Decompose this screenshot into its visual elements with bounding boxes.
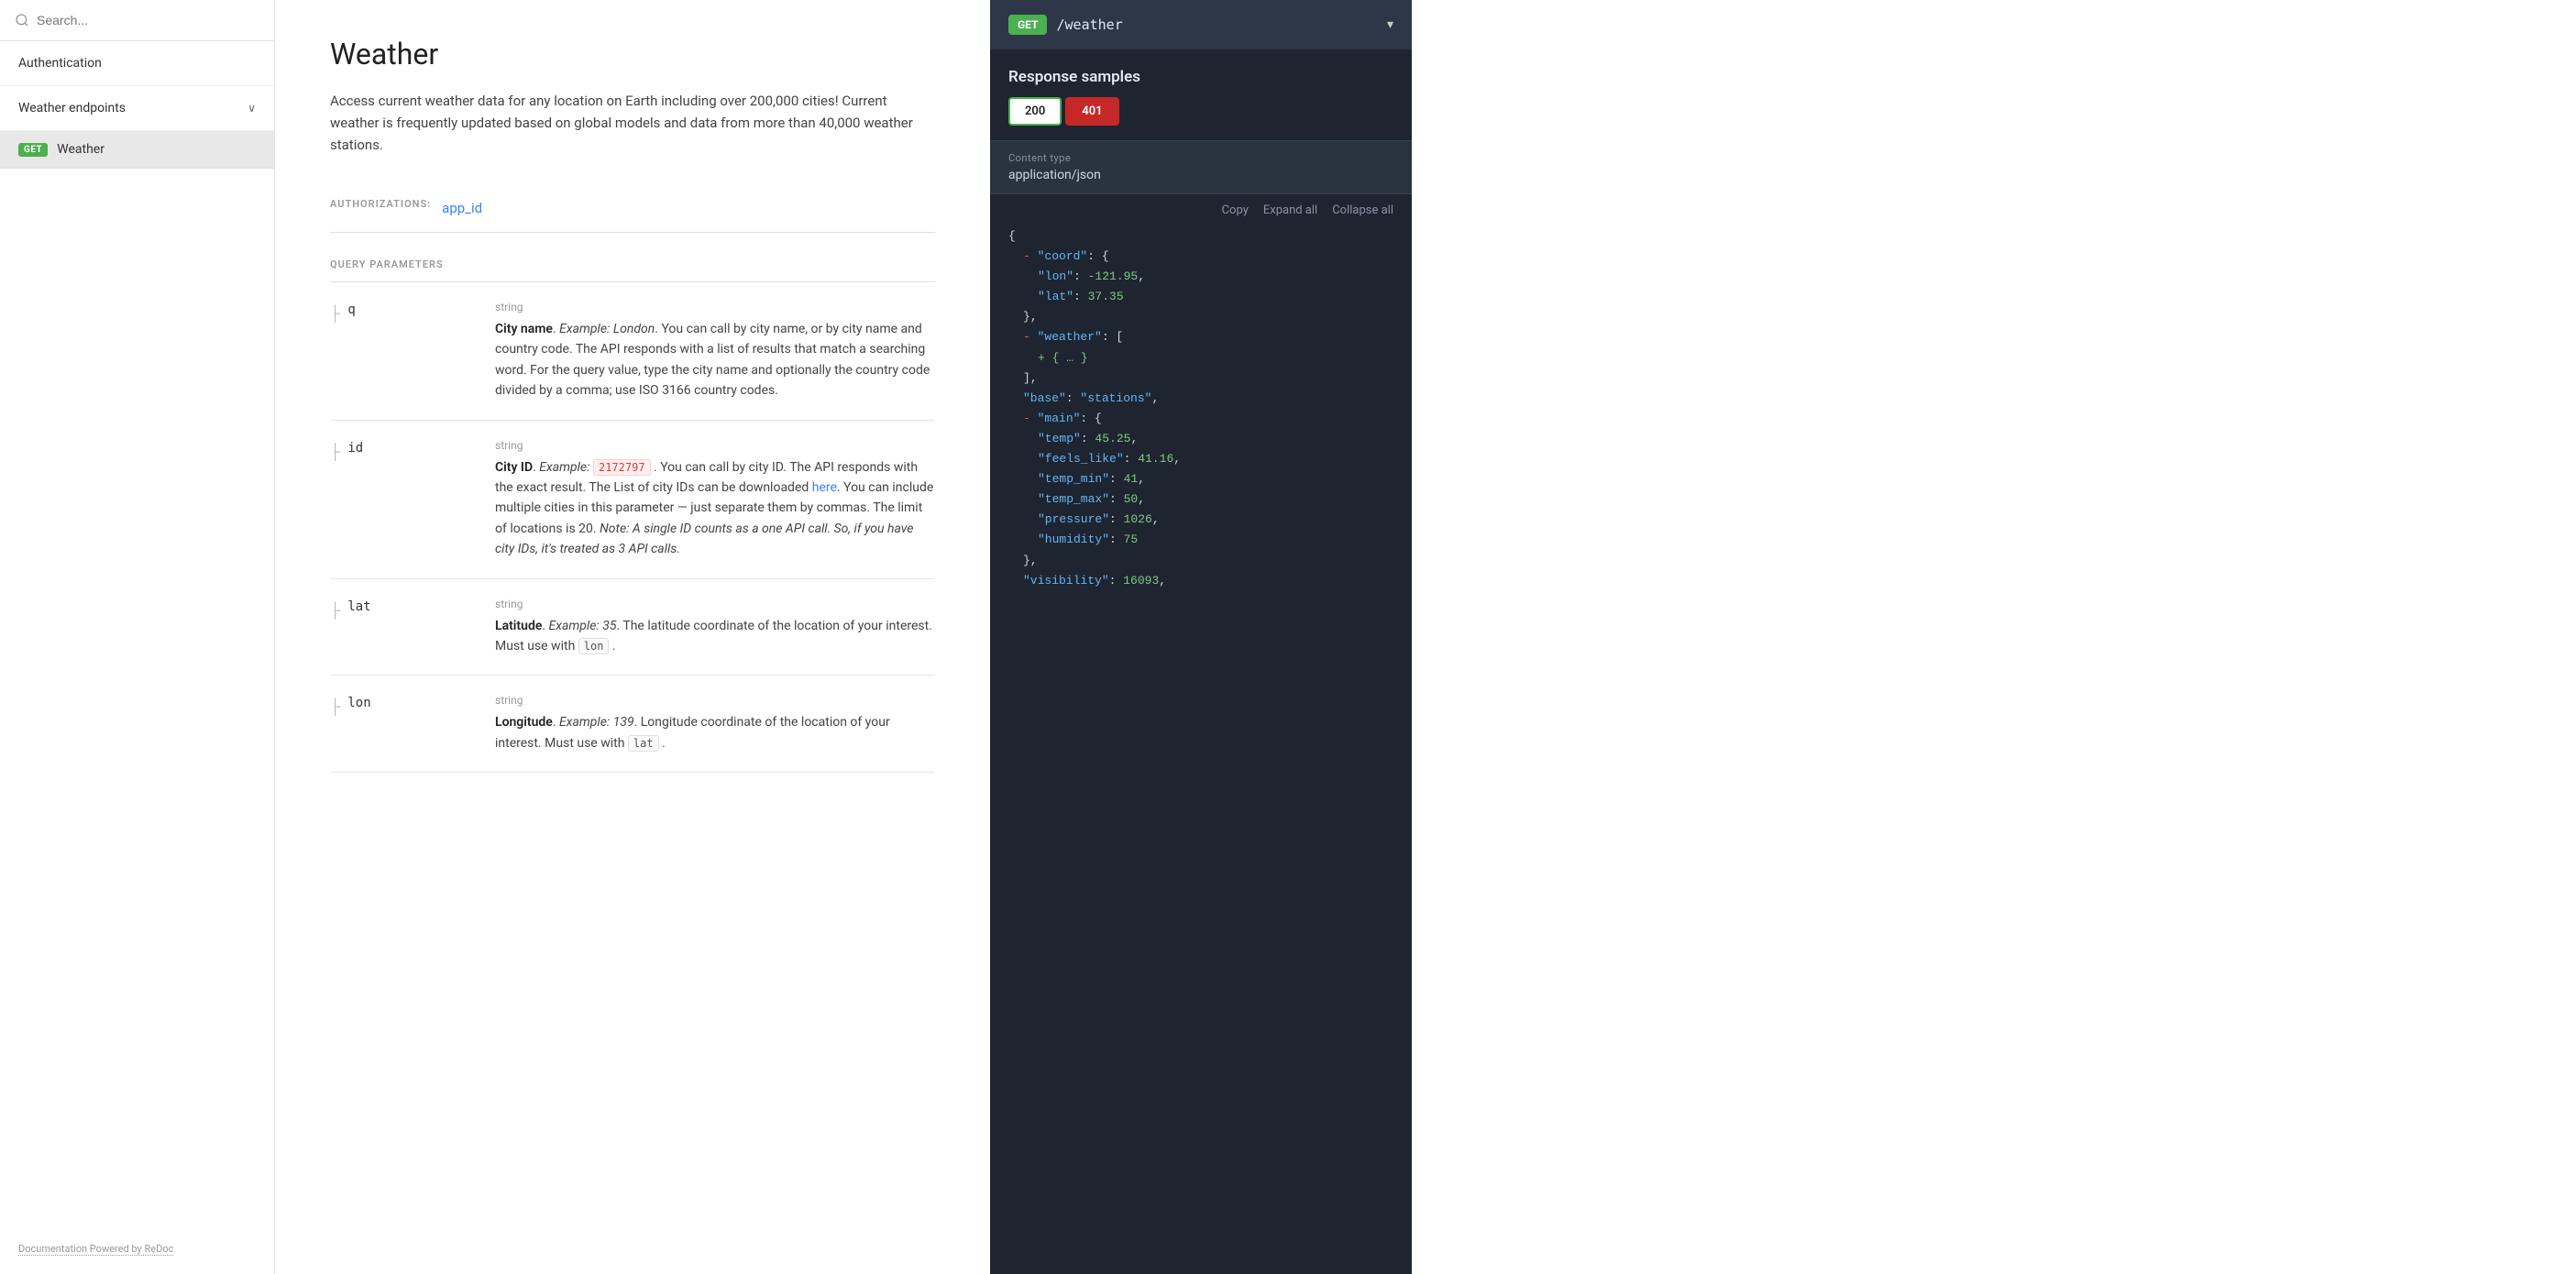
param-desc-lon: Longitude. Example: 139. Longitude coord… [495, 712, 935, 753]
sidebar-item-weather-endpoints[interactable]: Weather endpoints ∨ [0, 86, 274, 131]
code-line: "humidity": 75 [1008, 530, 1393, 550]
get-method-badge: GET [18, 143, 48, 157]
param-desc-id: City ID. Example: 2172797 . You can call… [495, 457, 935, 560]
code-line: - "main": { [1008, 409, 1393, 429]
page-title: Weather [330, 37, 935, 71]
code-line: "temp_max": 50, [1008, 489, 1393, 510]
code-line: "feels_like": 41.16, [1008, 449, 1393, 469]
param-type-q: string [495, 301, 935, 313]
endpoint-bar: GET /weather ▾ [990, 0, 1412, 49]
code-line: "temp": 45.25, [1008, 429, 1393, 449]
expand-icon[interactable]: ▾ [1387, 17, 1393, 32]
code-line: - "coord": { [1008, 247, 1393, 267]
search-input[interactable] [37, 13, 259, 27]
app-id-link[interactable]: app_id [442, 200, 482, 216]
code-line: - "weather": [ [1008, 327, 1393, 347]
page-description: Access current weather data for any loca… [330, 90, 935, 156]
param-indicator-q: ├ [330, 304, 340, 323]
param-detail-lon: string Longitude. Example: 139. Longitud… [495, 694, 935, 753]
param-type-lon: string [495, 694, 935, 707]
sidebar: Authentication Weather endpoints ∨ GET W… [0, 0, 275, 1274]
param-name-col-q: ├ q [330, 301, 477, 401]
query-params-section: QUERY PARAMETERS ├ q string City name. E… [330, 247, 935, 773]
sidebar-item-weather[interactable]: GET Weather [0, 131, 274, 169]
code-line: + { … } [1008, 348, 1393, 368]
param-row-lon: ├ lon string Longitude. Example: 139. Lo… [330, 675, 935, 773]
param-indicator-lat: ├ [330, 601, 340, 620]
param-name-lat: lat [347, 599, 370, 614]
param-name-col-lat: ├ lat [330, 598, 477, 657]
param-name-q: q [347, 302, 355, 317]
response-tabs: 200 401 [990, 97, 1412, 140]
code-line: "visibility": 16093, [1008, 571, 1393, 591]
response-samples-title: Response samples [990, 49, 1412, 97]
tab-200[interactable]: 200 [1008, 97, 1062, 126]
code-line: "temp_min": 41, [1008, 469, 1393, 489]
param-indicator-lon: ├ [330, 697, 340, 716]
get-method-badge-large: GET [1008, 15, 1047, 35]
expand-all-button[interactable]: Expand all [1263, 203, 1317, 217]
lon-inline-code: lon [578, 638, 610, 654]
param-type-id: string [495, 439, 935, 452]
param-desc-lat: Latitude. Example: 35. The latitude coor… [495, 616, 935, 657]
lat-inline-code: lat [628, 735, 659, 752]
code-line: }, [1008, 551, 1393, 571]
code-block: { - "coord": { "lon": -121.95, "lat": 37… [990, 226, 1412, 610]
content-type-value: application/json [1008, 168, 1393, 182]
code-line: ], [1008, 368, 1393, 389]
query-params-label: QUERY PARAMETERS [330, 247, 935, 282]
param-name-lon: lon [347, 696, 370, 710]
main-content: Weather Access current weather data for … [275, 0, 990, 1274]
collapse-all-button[interactable]: Collapse all [1332, 203, 1393, 217]
city-id-code: 2172797 [593, 459, 651, 476]
chevron-down-icon: ∨ [248, 102, 256, 115]
redoc-link[interactable]: Documentation Powered by ReDoc [18, 1243, 173, 1256]
param-name-col-id: ├ id [330, 439, 477, 560]
param-type-lat: string [495, 598, 935, 610]
param-name-id: id [347, 441, 363, 456]
code-line: "base": "stations", [1008, 389, 1393, 409]
search-icon [15, 13, 29, 27]
param-row-q: ├ q string City name. Example: London. Y… [330, 282, 935, 421]
authorizations-section: AUTHORIZATIONS: app_id [330, 183, 935, 233]
code-line: "pressure": 1026, [1008, 510, 1393, 530]
copy-button[interactable]: Copy [1222, 203, 1249, 217]
code-actions: Copy Expand all Collapse all [990, 194, 1412, 226]
code-line: "lon": -121.95, [1008, 267, 1393, 287]
param-row-lat: ├ lat string Latitude. Example: 35. The … [330, 579, 935, 676]
param-detail-id: string City ID. Example: 2172797 . You c… [495, 439, 935, 560]
param-desc-q: City name. Example: London. You can call… [495, 319, 935, 401]
search-box[interactable] [0, 0, 274, 41]
param-name-col-lon: ├ lon [330, 694, 477, 753]
param-indicator-id: ├ [330, 443, 340, 461]
code-line: }, [1008, 307, 1393, 327]
code-line: { [1008, 226, 1393, 247]
authorizations-label: AUTHORIZATIONS: [330, 198, 431, 210]
content-type-bar: Content type application/json [990, 140, 1412, 194]
tab-401[interactable]: 401 [1065, 97, 1118, 126]
sidebar-footer: Documentation Powered by ReDoc [0, 1220, 274, 1274]
right-panel: GET /weather ▾ Response samples 200 401 … [990, 0, 1412, 1274]
city-ids-link[interactable]: here [812, 480, 837, 495]
param-detail-q: string City name. Example: London. You c… [495, 301, 935, 401]
endpoint-path: /weather [1056, 16, 1377, 33]
param-detail-lat: string Latitude. Example: 35. The latitu… [495, 598, 935, 657]
sidebar-item-authentication[interactable]: Authentication [0, 41, 274, 86]
code-line: "lat": 37.35 [1008, 287, 1393, 307]
content-type-label: Content type [1008, 152, 1393, 164]
param-row-id: ├ id string City ID. Example: 2172797 . … [330, 421, 935, 579]
